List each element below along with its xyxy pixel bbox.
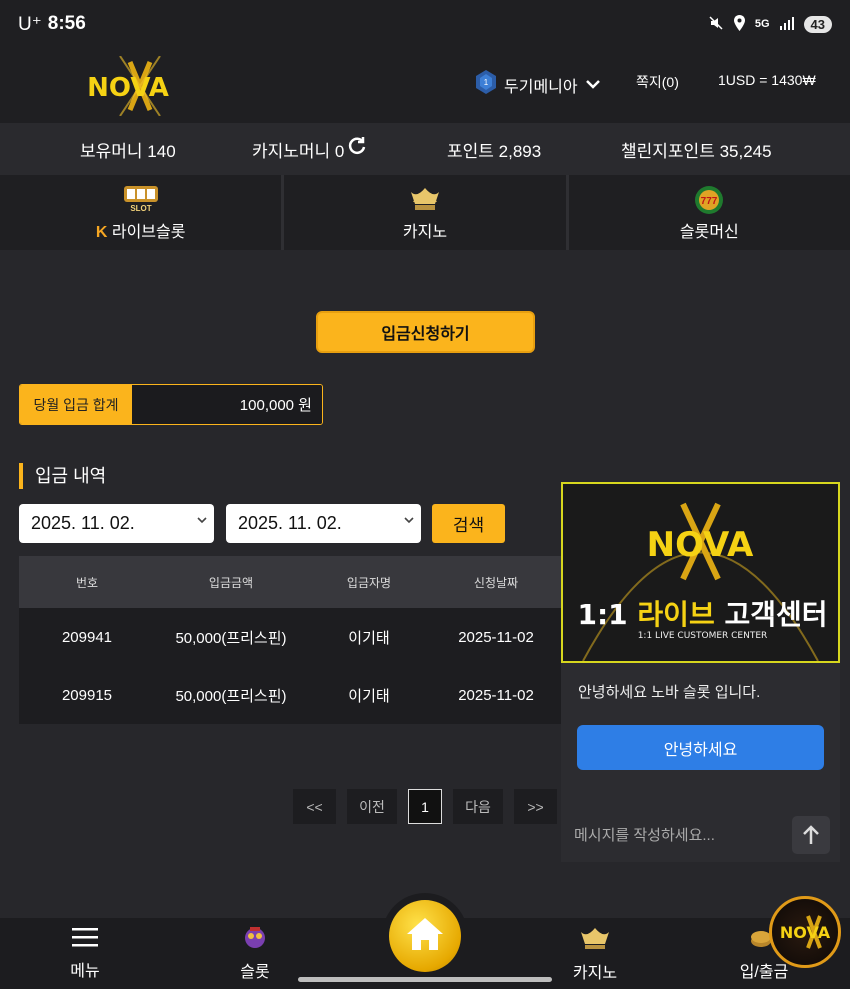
chat-banner-logo: NOVA: [647, 525, 754, 565]
page-first-button[interactable]: <<: [293, 789, 336, 824]
page-last-button[interactable]: >>: [514, 789, 557, 824]
live-slot-icon: SLOT: [123, 184, 159, 213]
page-prev-button[interactable]: 이전: [347, 789, 397, 824]
page-current-button[interactable]: 1: [408, 789, 442, 824]
slot-icon: [242, 925, 268, 954]
col-date: 신청날짜: [473, 575, 519, 590]
casino-crown-icon: [578, 924, 612, 955]
status-bar: U⁺ 8:56 5G 43: [0, 0, 850, 48]
mute-icon: [708, 15, 724, 34]
nova-floating-badge[interactable]: NOVA: [769, 896, 841, 968]
level-badge-icon: 1: [476, 70, 496, 99]
chat-greeting: 안녕하세요 노바 슬롯 입니다.: [578, 684, 761, 701]
challenge-points: 챌린지포인트 35,245: [621, 142, 772, 161]
location-icon: [733, 14, 746, 34]
casino-crown-icon: [407, 184, 443, 212]
held-money: 보유머니 140: [80, 142, 176, 161]
page-next-button[interactable]: 다음: [453, 789, 503, 824]
hamburger-icon: [71, 926, 99, 953]
col-depositor: 입금자명: [346, 575, 392, 590]
chevron-down-icon: [403, 514, 415, 529]
monthly-total-value: 100,000 원: [132, 385, 322, 424]
chevron-down-icon: [196, 514, 208, 529]
nova-badge-logo: NOVA: [780, 923, 831, 942]
clock: 8:56: [47, 13, 86, 34]
chat-banner-title: 1:1 라이브 고객센터: [577, 598, 828, 631]
deposit-request-button[interactable]: 입금신청하기: [316, 311, 535, 353]
nav-menu[interactable]: 메뉴: [60, 918, 110, 989]
nav-slot[interactable]: 슬롯: [230, 918, 280, 989]
battery-indicator: 43: [803, 15, 832, 33]
username: 두기메니아: [504, 78, 578, 96]
svg-text:SLOT: SLOT: [130, 204, 151, 212]
casino-money: 카지노머니 0: [252, 142, 345, 161]
k-brand-icon: K: [95, 223, 108, 241]
home-icon: [405, 916, 445, 956]
refresh-icon[interactable]: [347, 135, 367, 160]
chat-banner-subtitle: 1:1 LIVE CUSTOMER CENTER: [637, 631, 768, 641]
site-header: NOVA 1 두기메니아 쪽지(0) 1USD = 1430₩: [0, 48, 850, 123]
live-chat-widget: NOVA 1:1 라이브 고객센터 1:1 LIVE CUSTOMER CENT…: [561, 482, 840, 862]
category-slot-machine[interactable]: 777 슬롯머신: [569, 175, 850, 250]
col-amount: 입금금액: [208, 575, 254, 590]
slot-machine-icon: 777: [691, 184, 727, 214]
nova-logo-text: NOVA: [87, 73, 169, 103]
table-header: 번호 입금금액 입금자명 신청날짜: [19, 556, 561, 608]
deposit-history-title: 입금 내역: [19, 463, 106, 489]
monthly-total-label: 당월 입금 합계: [20, 385, 132, 424]
user-menu[interactable]: 1 두기메니아: [476, 70, 600, 99]
col-number: 번호: [75, 575, 99, 590]
chat-message-input[interactable]: 메시지를 작성하세요...: [574, 824, 715, 845]
category-label: 슬롯머신: [679, 223, 739, 241]
search-button[interactable]: 검색: [432, 504, 505, 543]
date-from-select[interactable]: 2025. 11. 02.: [19, 504, 214, 543]
messages-link[interactable]: 쪽지(0): [636, 72, 679, 92]
signal-icon: [779, 16, 795, 33]
nav-casino[interactable]: 카지노: [565, 918, 625, 989]
exchange-rate: 1USD = 1430₩: [718, 72, 816, 88]
send-arrow-up-icon[interactable]: [792, 816, 830, 854]
svg-text:1: 1: [484, 78, 489, 87]
deposit-table: 번호 입금금액 입금자명 신청날짜 209941 50,000(프리스핀) 이기…: [19, 556, 561, 724]
balance-bar: 보유머니 140 카지노머니 0 포인트 2,893 챌린지포인트 35,245: [0, 123, 850, 175]
category-casino[interactable]: 카지노: [284, 175, 569, 250]
category-label: 라이브슬롯: [111, 223, 186, 241]
date-to-select[interactable]: 2025. 11. 02.: [226, 504, 421, 543]
table-row[interactable]: 209941 50,000(프리스핀) 이기태 2025-11-02: [19, 608, 561, 666]
nova-logo[interactable]: NOVA: [80, 55, 176, 117]
category-live-slot[interactable]: SLOT K 라이브슬롯: [0, 175, 285, 250]
home-button[interactable]: [382, 893, 468, 979]
gesture-bar: [298, 977, 552, 982]
chevron-down-icon: [585, 76, 600, 94]
chat-quick-reply-button[interactable]: 안녕하세요: [577, 725, 824, 770]
carrier-label: U⁺: [18, 13, 42, 35]
category-label: 카지노: [402, 223, 448, 241]
monthly-deposit-total: 당월 입금 합계 100,000 원: [19, 384, 323, 425]
customer-center-banner: NOVA 1:1 라이브 고객센터 1:1 LIVE CUSTOMER CENT…: [561, 482, 840, 663]
network-label: 5G: [754, 18, 770, 30]
table-row[interactable]: 209915 50,000(프리스핀) 이기태 2025-11-02: [19, 666, 561, 724]
points: 포인트 2,893: [447, 142, 542, 161]
game-categories: SLOT K 라이브슬롯 카지노 777 슬롯머신: [0, 175, 850, 250]
svg-text:777: 777: [701, 196, 718, 207]
